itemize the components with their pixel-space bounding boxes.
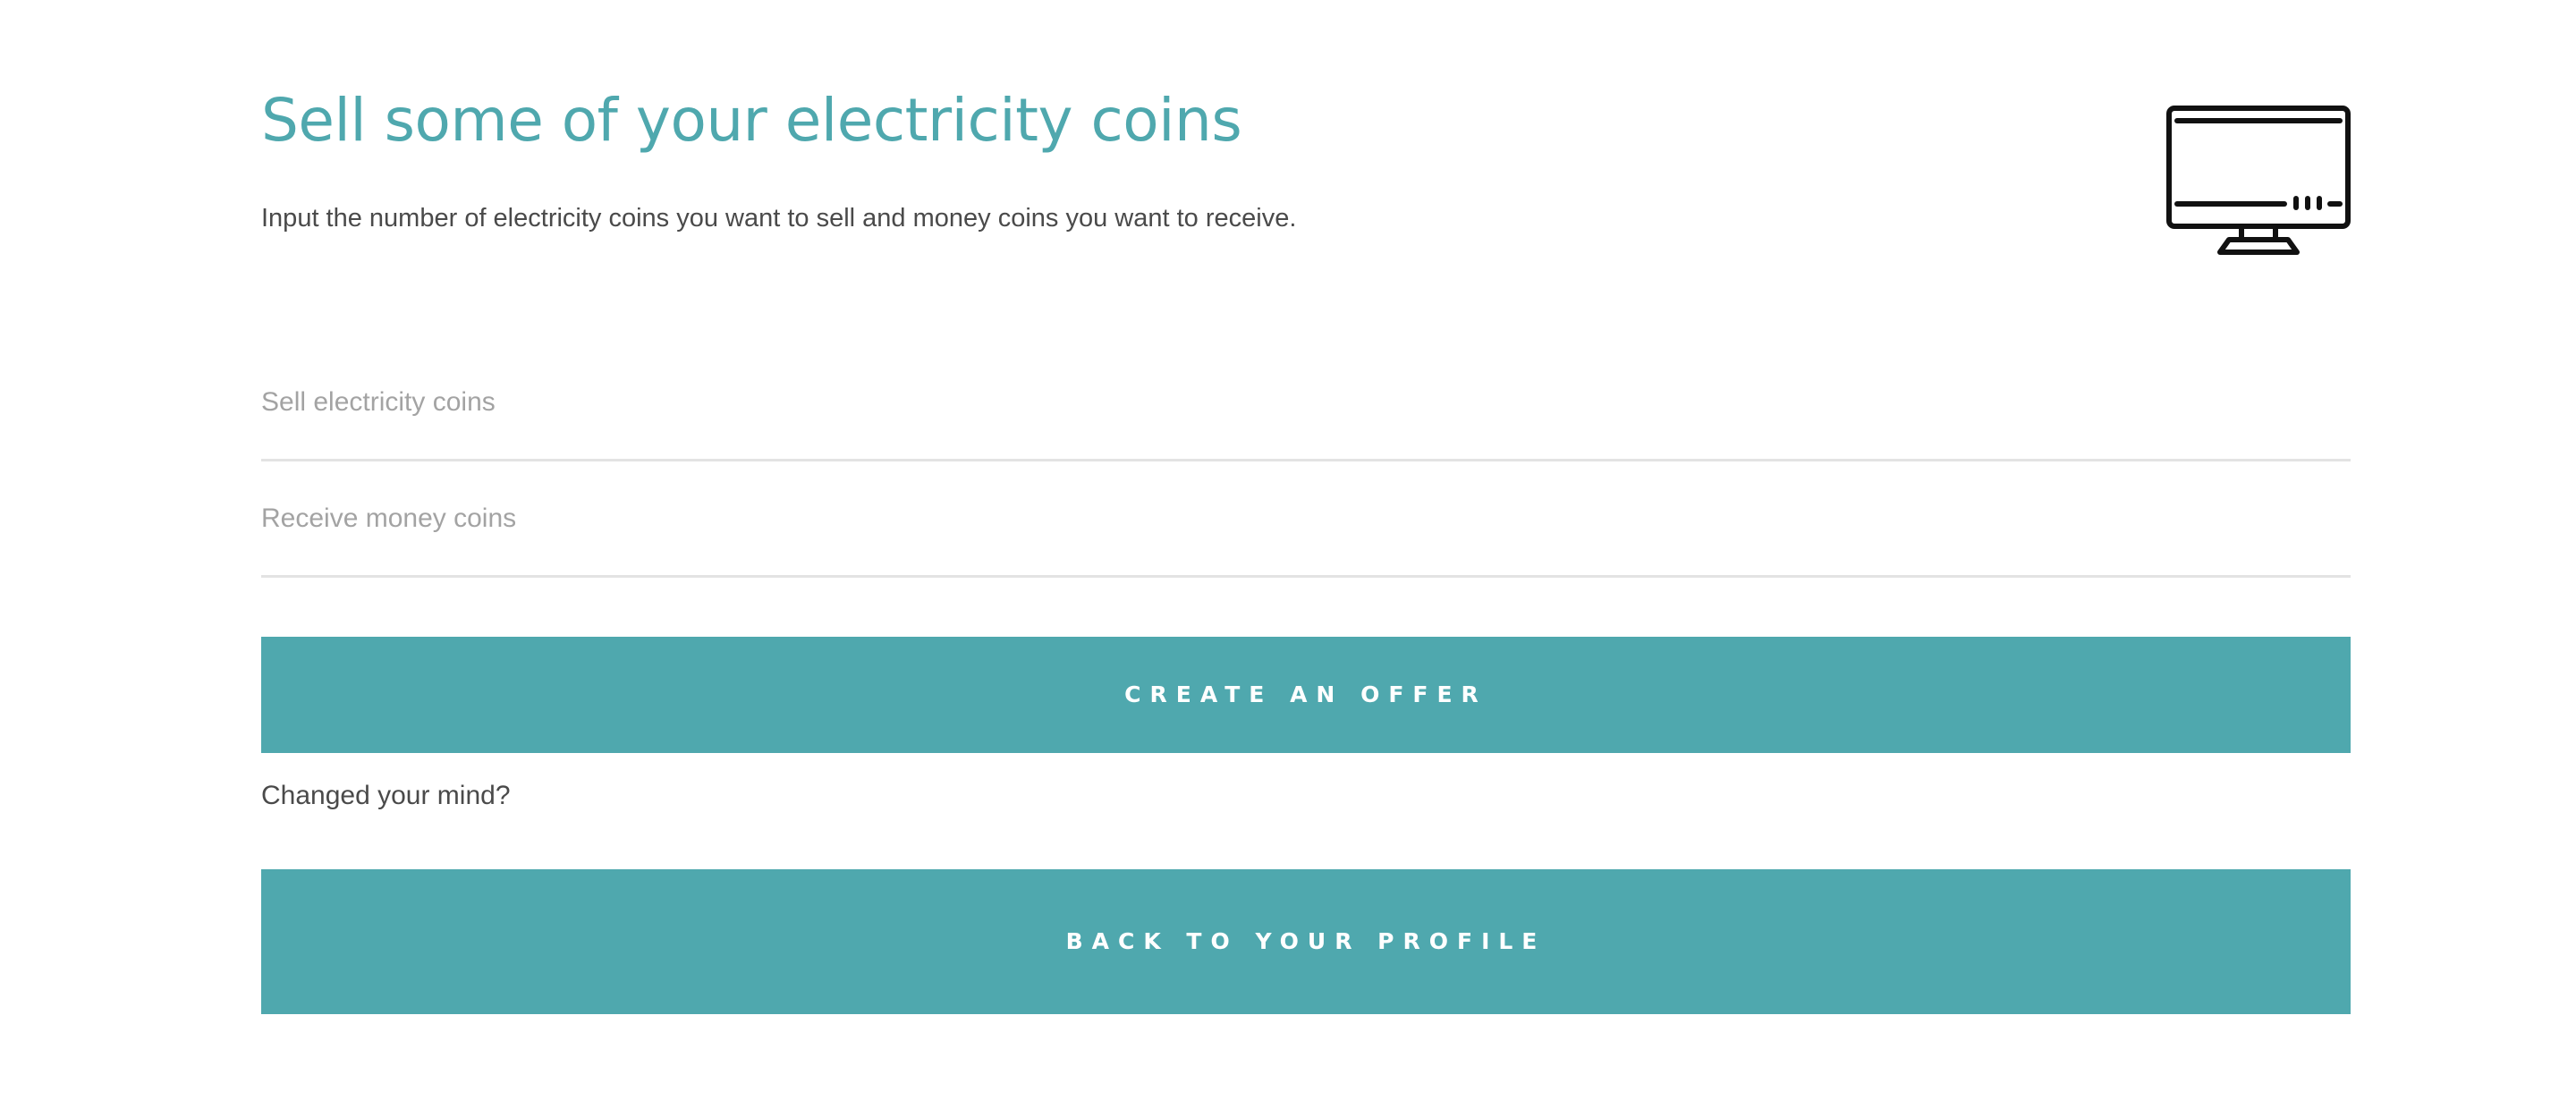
back-to-profile-button[interactable]: BACK TO YOUR PROFILE [261, 869, 2351, 1014]
page: Sell some of your electricity coins Inpu… [0, 0, 2576, 1100]
changed-mind-text: Changed your mind? [261, 781, 511, 810]
page-title: Sell some of your electricity coins [261, 86, 1242, 155]
create-offer-button[interactable]: CREATE AN OFFER [261, 637, 2351, 753]
sell-electricity-coins-input[interactable] [261, 345, 2351, 460]
monitor-icon [2166, 106, 2351, 258]
receive-money-coins-field [261, 461, 2351, 578]
page-subtitle: Input the number of electricity coins yo… [261, 204, 1297, 233]
sell-electricity-coins-field [261, 345, 2351, 461]
receive-money-coins-input[interactable] [261, 461, 2351, 576]
